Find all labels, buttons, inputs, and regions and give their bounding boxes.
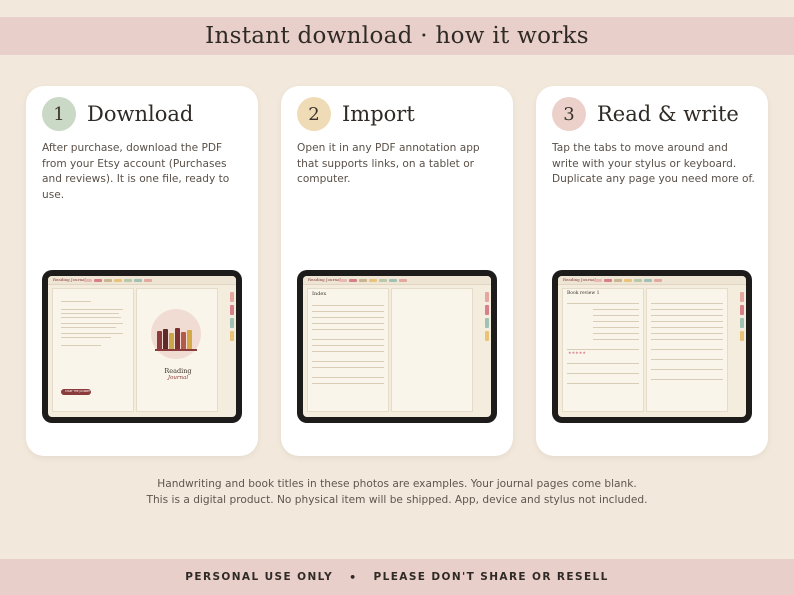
disclaimer-line-1: Handwriting and book titles in these pho…	[157, 478, 637, 490]
side-tabs	[485, 292, 489, 341]
cover-page: Reading Journal	[136, 288, 218, 412]
disclaimer: Handwriting and book titles in these pho…	[0, 476, 794, 508]
step-card-read-write: 3 Read & write Tap the tabs to move arou…	[536, 86, 768, 456]
step-title: Download	[87, 102, 194, 126]
bullet-separator: •	[349, 570, 358, 584]
left-page: START THE JOURNEY	[52, 288, 134, 412]
notes-page	[646, 288, 728, 412]
step-header: 1 Download	[42, 97, 193, 131]
step-header: 3 Read & write	[552, 97, 739, 131]
start-journey-button[interactable]: START THE JOURNEY	[61, 389, 91, 395]
review-title: Book review 1	[567, 291, 600, 296]
step-number-badge: 1	[42, 97, 76, 131]
step-description: Open it in any PDF annotation app that s…	[297, 142, 480, 185]
tablet-image: Reading Journal Index	[297, 270, 497, 423]
screen-tabs	[594, 279, 662, 282]
disclaimer-line-2: This is a digital product. No physical i…	[146, 494, 648, 506]
step-card-import: 2 Import Open it in any PDF annotation a…	[281, 86, 513, 456]
step-title: Import	[342, 102, 415, 126]
step-number-badge: 2	[297, 97, 331, 131]
journal-logo: Reading Journal	[308, 277, 341, 282]
blank-page	[391, 288, 473, 412]
cover-title: Reading	[164, 367, 192, 375]
step-description: Tap the tabs to move around and write wi…	[552, 142, 755, 185]
book-review-page: Book review 1 ★★★★★	[562, 288, 644, 412]
screen-tabs	[339, 279, 407, 282]
screen-top-bar: Reading Journal	[48, 276, 236, 285]
side-tabs	[230, 292, 234, 341]
tablet-screen: Reading Journal START THE JOURNEY Readin…	[48, 276, 236, 417]
tablet-screen: Reading Journal Book review 1 ★★★★★	[558, 276, 746, 417]
step-description: After purchase, download the PDF from yo…	[42, 142, 230, 201]
tablet-image: Reading Journal START THE JOURNEY Readin…	[42, 270, 242, 423]
tablet-image: Reading Journal Book review 1 ★★★★★	[552, 270, 752, 423]
steps-container: 1 Download After purchase, download the …	[26, 86, 768, 456]
journal-logo: Reading Journal	[53, 277, 86, 282]
step-number-badge: 3	[552, 97, 586, 131]
personal-use-label: PERSONAL USE ONLY	[185, 571, 334, 583]
screen-top-bar: Reading Journal	[303, 276, 491, 285]
screen-tabs	[84, 279, 152, 282]
index-title: Index	[312, 291, 327, 297]
screen-top-bar: Reading Journal	[558, 276, 746, 285]
page-title: Instant download · how it works	[205, 23, 589, 49]
footer-banner: PERSONAL USE ONLY • PLEASE DON'T SHARE O…	[0, 559, 794, 595]
header-banner: Instant download · how it works	[0, 17, 794, 55]
step-card-download: 1 Download After purchase, download the …	[26, 86, 258, 456]
index-page: Index	[307, 288, 389, 412]
journal-logo: Reading Journal	[563, 277, 596, 282]
side-tabs	[740, 292, 744, 341]
step-title: Read & write	[597, 102, 739, 126]
cover-subtitle: Journal	[167, 375, 189, 381]
bookshelf-illustration	[151, 309, 201, 359]
no-share-label: PLEASE DON'T SHARE OR RESELL	[373, 571, 609, 583]
step-header: 2 Import	[297, 97, 415, 131]
tablet-screen: Reading Journal Index	[303, 276, 491, 417]
